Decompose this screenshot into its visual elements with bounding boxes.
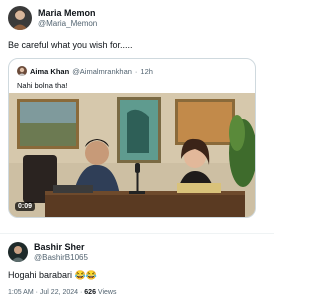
- reply-meta: 1:05 AM · Jul 22, 2024 · 626 Views: [8, 289, 116, 296]
- video-duration: 0:09: [15, 202, 36, 211]
- author-avatar[interactable]: [8, 6, 32, 30]
- avatar-photo-icon: [8, 242, 28, 262]
- divider: [0, 233, 274, 234]
- views-label: Views: [97, 289, 117, 296]
- video-player[interactable]: 0:09: [9, 93, 255, 217]
- avatar-photo-icon: [8, 6, 32, 30]
- author-name[interactable]: Maria Memon: [38, 8, 96, 18]
- video-thumbnail-icon: [9, 93, 255, 217]
- post-text: Be careful what you wish for.....: [8, 40, 133, 50]
- quoted-author-name[interactable]: Aima Khan: [30, 67, 69, 76]
- avatar-photo-icon: [17, 66, 27, 76]
- views-count: 626: [84, 289, 96, 296]
- quoted-post-time[interactable]: 12h: [140, 67, 153, 76]
- quoted-author-avatar[interactable]: [17, 66, 27, 76]
- reply-header: Bashir Sher @BashirB1065: [8, 242, 266, 264]
- reply-author-avatar[interactable]: [8, 242, 28, 262]
- separator-dot: ·: [134, 66, 138, 76]
- quoted-post-header: Aima Khan @Aimalmrankhan · 12h: [17, 65, 153, 77]
- reply-author-name[interactable]: Bashir Sher: [34, 242, 85, 252]
- author-handle[interactable]: @Maria_Memon: [38, 19, 97, 28]
- reply-timestamp[interactable]: 1:05 AM · Jul 22, 2024 ·: [8, 289, 82, 296]
- quoted-author-handle[interactable]: @Aimalmrankhan: [72, 67, 132, 76]
- quoted-post-card[interactable]: Aima Khan @Aimalmrankhan · 12h Nahi boln…: [8, 58, 256, 218]
- quoted-post-text: Nahi bolna tha!: [17, 81, 68, 90]
- reply-text: Hogahi barabari 😂😂: [8, 270, 97, 280]
- post-header: Maria Memon @Maria_Memon: [8, 6, 266, 32]
- reply-author-handle[interactable]: @BashirB1065: [34, 253, 88, 262]
